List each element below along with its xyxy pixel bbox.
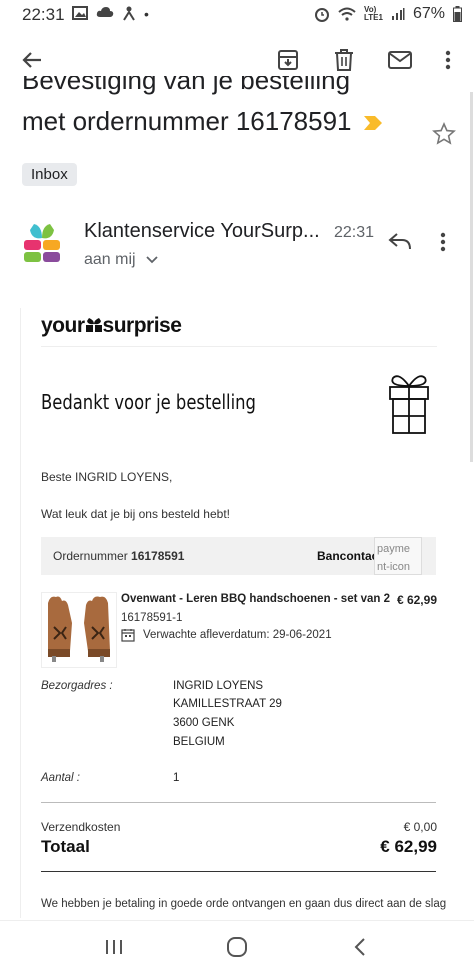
nav-back-button[interactable]: [344, 933, 376, 961]
subject-line-2: met ordernummer 16178591: [22, 106, 352, 136]
recent-apps-button[interactable]: [98, 933, 130, 961]
thanks-heading: Bedankt voor je bestelling: [41, 390, 256, 414]
battery-icon: [453, 6, 462, 22]
chevron-down-icon: [146, 256, 158, 264]
quantity-label: Aantal :: [41, 772, 80, 784]
recent-apps-icon: [106, 940, 122, 954]
gift-bow-icon: [85, 318, 102, 332]
system-nav-bar: [0, 920, 474, 974]
product-sku: 16178591-1: [121, 612, 183, 624]
product-price: € 62,99: [396, 593, 437, 607]
brand-prefix: your: [41, 314, 85, 337]
status-bar: 22:31 • Vo) LTE1 67%: [0, 0, 474, 30]
notification-icons: •: [72, 6, 149, 22]
more-vert-icon: [445, 50, 451, 70]
sender-avatar: [22, 222, 64, 264]
order-number: Ordernummer 16178591: [53, 549, 184, 563]
address-label: Bezorgadres :: [41, 680, 113, 692]
email-body: your surprise Bedankt voor je bestelling …: [20, 308, 459, 918]
bbq-gloves-image: [48, 596, 110, 662]
accessibility-icon: [123, 6, 135, 21]
payment-method: Bancontact: [317, 549, 383, 563]
delivery-date-label: Verwachte afleverdatum: 29-06-2021: [143, 629, 332, 641]
total-value: € 62,99: [380, 837, 437, 856]
delivery-date: Verwachte afleverdatum: 29-06-2021: [121, 628, 332, 642]
order-number-value: 16178591: [131, 549, 185, 563]
star-icon: [432, 122, 456, 145]
cloud-icon: [96, 7, 114, 17]
payment-icon-broken-image: payme nt-icon: [374, 537, 422, 575]
intro-text: Wat leuk dat je bij ons besteld hebt!: [41, 507, 230, 521]
brand-suffix: surprise: [102, 314, 182, 337]
product-image[interactable]: [41, 592, 117, 668]
email-subject: Bevestiging van je bestelling met ordern…: [22, 76, 432, 140]
signal-icon: [391, 8, 405, 20]
divider: [41, 346, 437, 347]
calendar-icon: [121, 629, 135, 642]
gallery-icon: [72, 6, 88, 20]
mail-icon: [388, 51, 412, 69]
important-marker-icon[interactable]: [363, 115, 383, 131]
address-line: INGRID LOYENS: [173, 680, 264, 692]
gift-icon: [389, 375, 429, 434]
shipping-value: € 0,00: [403, 820, 437, 834]
home-icon: [227, 937, 247, 957]
home-button[interactable]: [221, 933, 253, 961]
yoursurprise-logo-icon: [24, 224, 60, 262]
arrow-back-icon: [22, 52, 41, 68]
dot-icon: •: [144, 6, 149, 22]
recipient-label: aan mij: [84, 251, 136, 268]
trash-icon: [335, 49, 353, 71]
divider: [41, 802, 436, 803]
archive-icon: [278, 50, 298, 70]
quantity-value: 1: [173, 772, 180, 784]
back-button[interactable]: [16, 44, 48, 76]
greeting: Beste INGRID LOYENS,: [41, 470, 173, 484]
shipping-label: Verzendkosten: [41, 820, 121, 834]
more-options-button[interactable]: [432, 44, 464, 76]
mark-unread-button[interactable]: [384, 44, 416, 76]
inbox-label-chip[interactable]: Inbox: [22, 163, 77, 186]
address-line: BELGIUM: [173, 736, 225, 748]
battery-percent: 67%: [412, 5, 445, 22]
message-more-button[interactable]: [440, 232, 446, 257]
order-label: Ordernummer: [53, 549, 128, 563]
chevron-left-icon: [354, 938, 365, 956]
divider: [41, 871, 436, 872]
payment-received-text: We hebben je betaling in goede orde ontv…: [41, 898, 447, 910]
recipient-details-toggle[interactable]: aan mij: [84, 251, 158, 269]
address-line: 3600 GENK: [173, 717, 235, 729]
star-button[interactable]: [432, 122, 456, 153]
system-icons: Vo) LTE1 67%: [314, 5, 462, 23]
total-label: Totaal: [41, 837, 90, 856]
scrollbar[interactable]: [470, 92, 473, 462]
delete-button[interactable]: [328, 44, 360, 76]
product-name[interactable]: Ovenwant - Leren BBQ handschoenen - set …: [121, 593, 390, 605]
more-vert-icon: [440, 232, 446, 252]
reply-button[interactable]: [388, 232, 412, 255]
archive-button[interactable]: [272, 44, 304, 76]
address-line: KAMILLESTRAAT 29: [173, 698, 282, 710]
lte-label: Vo) LTE1: [364, 5, 383, 22]
email-time: 22:31: [334, 224, 375, 241]
subject-line-1: Bevestiging van je bestelling: [22, 76, 351, 95]
payment-icon-alt: payme nt-icon: [377, 543, 411, 573]
alarm-icon: [315, 8, 329, 22]
sender-name[interactable]: Klantenservice YourSurp...: [84, 220, 320, 243]
status-time: 22:31: [22, 5, 65, 24]
brand-logo[interactable]: your surprise: [41, 314, 182, 338]
wifi-icon: [338, 7, 356, 21]
reply-icon: [388, 233, 411, 250]
